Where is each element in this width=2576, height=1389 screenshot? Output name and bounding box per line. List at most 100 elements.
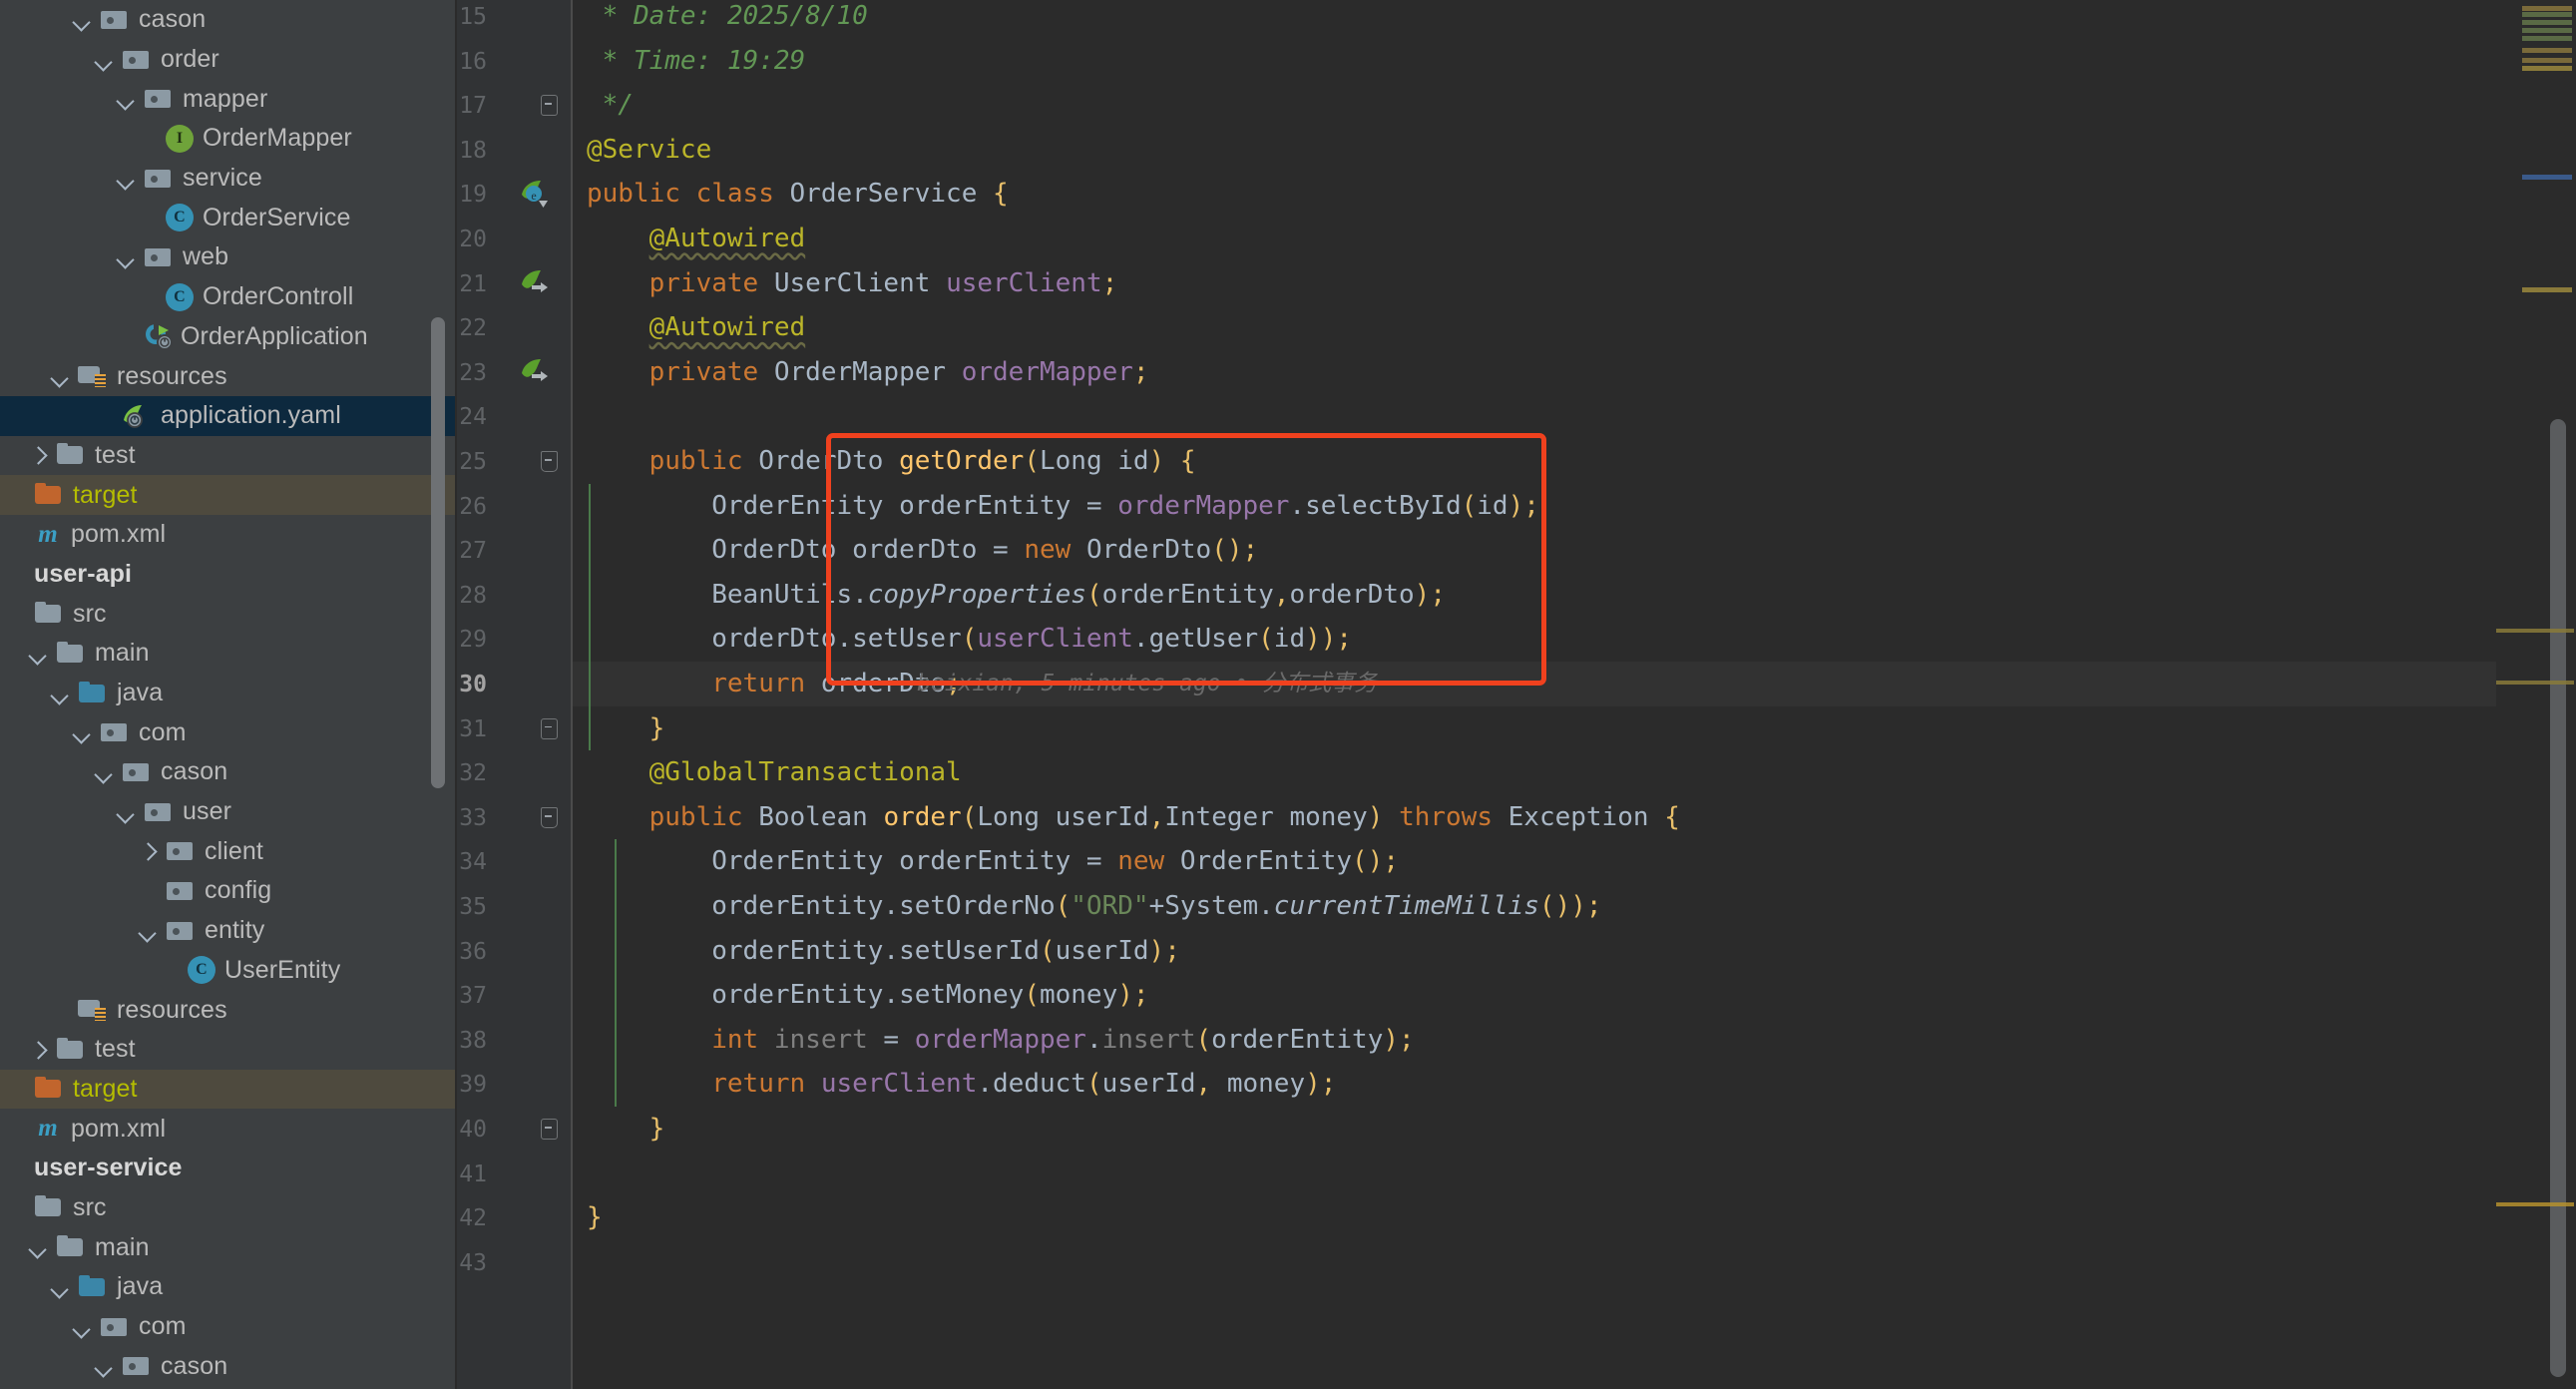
- code-line[interactable]: @Service: [573, 128, 2496, 173]
- code-line[interactable]: [573, 394, 2496, 439]
- tree-item-orderservice[interactable]: C OrderService: [0, 198, 457, 237]
- inspection-marker[interactable]: [2522, 66, 2572, 71]
- inspection-marker[interactable]: [2522, 175, 2572, 180]
- chevron-down-icon[interactable]: [48, 363, 74, 389]
- code-line[interactable]: }: [573, 1107, 2496, 1152]
- tree-item-com[interactable]: com: [0, 712, 457, 752]
- code-line[interactable]: private OrderMapper orderMapper;: [573, 350, 2496, 395]
- chevron-down-icon[interactable]: [70, 1314, 96, 1340]
- editor-marker-strip[interactable]: [2496, 0, 2576, 1389]
- tree-item-user-api[interactable]: user-api: [0, 555, 457, 595]
- code-line[interactable]: [573, 1152, 2496, 1196]
- project-tree-panel[interactable]: cason order mapper I OrderMapper service C Orde…: [0, 0, 457, 1389]
- code-fold-end-marker[interactable]: [538, 92, 560, 118]
- inspection-marker[interactable]: [2522, 28, 2572, 33]
- code-line[interactable]: }: [573, 706, 2496, 751]
- code-fold-end-marker[interactable]: [538, 1116, 560, 1142]
- code-editor[interactable]: 15 16 17 18 19 e 20 21 22 23 24 25 26 27 28 29 30 31 32 33 3…: [457, 0, 2576, 1389]
- tree-item-test[interactable]: test: [0, 436, 457, 476]
- tree-item-ordercontroll[interactable]: C OrderControll: [0, 277, 457, 317]
- tree-item-cason[interactable]: cason: [0, 752, 457, 792]
- inspection-marker[interactable]: [2522, 36, 2572, 41]
- code-line[interactable]: return orderDto; beixian, 5 minutes ago •…: [573, 662, 2496, 706]
- tree-item-client[interactable]: client: [0, 831, 457, 871]
- tree-item-entity[interactable]: entity: [0, 911, 457, 951]
- project-tree[interactable]: cason order mapper I OrderMapper service C Orde…: [0, 0, 457, 1386]
- tree-item-config[interactable]: config: [0, 871, 457, 911]
- inspection-marker[interactable]: [2496, 681, 2574, 685]
- chevron-down-icon[interactable]: [136, 918, 162, 944]
- spring-autowire-icon[interactable]: [519, 357, 549, 387]
- code-line[interactable]: * Date: 2025/8/10: [573, 0, 2496, 39]
- code-line[interactable]: return userClient.deduct(userId, money);: [573, 1062, 2496, 1107]
- chevron-down-icon[interactable]: [92, 1353, 118, 1379]
- chevron-down-icon[interactable]: [92, 759, 118, 785]
- tree-item-web[interactable]: web: [0, 237, 457, 277]
- tree-item-user[interactable]: user: [0, 792, 457, 832]
- chevron-down-icon[interactable]: [114, 244, 140, 270]
- chevron-right-icon[interactable]: [136, 838, 162, 864]
- tree-item-user-service[interactable]: user-service: [0, 1149, 457, 1188]
- tree-item-test[interactable]: test: [0, 1030, 457, 1070]
- chevron-down-icon[interactable]: [70, 719, 96, 745]
- code-line[interactable]: BeanUtils.copyProperties(orderEntity,ord…: [573, 573, 2496, 618]
- inspection-marker[interactable]: [2496, 1202, 2574, 1206]
- chevron-down-icon[interactable]: [26, 1234, 52, 1260]
- code-line[interactable]: public class OrderService {: [573, 172, 2496, 217]
- tree-item-userentity[interactable]: C UserEntity: [0, 951, 457, 991]
- editor-gutter[interactable]: 15 16 17 18 19 e 20 21 22 23 24 25 26 27 28 29 30 31 32 33 3…: [457, 0, 573, 1389]
- spring-bean-icon[interactable]: e: [519, 179, 549, 209]
- chevron-down-icon[interactable]: [48, 681, 74, 706]
- code-area[interactable]: * Date: 2025/8/10 * Time: 19:29 */ @Servi…: [573, 0, 2496, 1389]
- inspection-marker[interactable]: [2522, 58, 2572, 63]
- code-line[interactable]: private UserClient userClient;: [573, 261, 2496, 306]
- inspection-marker[interactable]: [2522, 48, 2572, 53]
- code-line[interactable]: * Time: 19:29: [573, 39, 2496, 84]
- project-tree-scrollbar[interactable]: [431, 317, 445, 788]
- code-fold-start-marker[interactable]: [538, 804, 560, 830]
- tree-item-pom-xml[interactable]: m pom.xml: [0, 1109, 457, 1149]
- tree-item-resources[interactable]: resources: [0, 356, 457, 396]
- inspection-marker[interactable]: [2522, 20, 2572, 25]
- tree-item-cason[interactable]: cason: [0, 1346, 457, 1386]
- code-line[interactable]: OrderEntity orderEntity = orderMapper.se…: [573, 484, 2496, 529]
- tree-item-main[interactable]: main: [0, 1227, 457, 1267]
- code-line[interactable]: OrderEntity orderEntity = new OrderEntit…: [573, 839, 2496, 884]
- inspection-marker[interactable]: [2496, 629, 2574, 633]
- tree-item-order[interactable]: order: [0, 40, 457, 80]
- tree-item-src[interactable]: src: [0, 594, 457, 634]
- code-line[interactable]: orderEntity.setOrderNo("ORD"+System.curr…: [573, 884, 2496, 929]
- tree-item-java[interactable]: java: [0, 1267, 457, 1307]
- code-line[interactable]: int insert = orderMapper.insert(orderEnt…: [573, 1018, 2496, 1063]
- tree-item-target[interactable]: target: [0, 475, 457, 515]
- tree-item-com[interactable]: com: [0, 1307, 457, 1347]
- inspection-marker[interactable]: [2522, 12, 2572, 17]
- code-line[interactable]: [573, 1240, 2496, 1285]
- chevron-down-icon[interactable]: [70, 7, 96, 33]
- chevron-down-icon[interactable]: [114, 799, 140, 825]
- git-blame-inlay-hint[interactable]: beixian, 5 minutes ago • 分布式事务: [917, 662, 1377, 706]
- code-line[interactable]: @Autowired: [573, 217, 2496, 261]
- inspection-marker[interactable]: [2522, 287, 2572, 292]
- code-line[interactable]: public OrderDto getOrder(Long id) {: [573, 439, 2496, 484]
- code-line[interactable]: orderDto.setUser(userClient.getUser(id))…: [573, 617, 2496, 662]
- tree-item-orderapplication[interactable]: OrderApplication: [0, 317, 457, 357]
- chevron-down-icon[interactable]: [26, 641, 52, 667]
- tree-item-src[interactable]: src: [0, 1188, 457, 1228]
- tree-item-target[interactable]: target: [0, 1069, 457, 1110]
- inspection-marker[interactable]: [2522, 6, 2572, 11]
- code-line[interactable]: */: [573, 83, 2496, 128]
- tree-item-service[interactable]: service: [0, 159, 457, 199]
- tree-item-resources[interactable]: resources: [0, 990, 457, 1030]
- code-fold-end-marker[interactable]: [538, 715, 560, 741]
- tree-item-ordermapper[interactable]: I OrderMapper: [0, 119, 457, 159]
- code-line[interactable]: @Autowired: [573, 305, 2496, 350]
- chevron-down-icon[interactable]: [48, 1274, 74, 1300]
- code-fold-start-marker[interactable]: [538, 448, 560, 474]
- tree-item-pom-xml[interactable]: m pom.xml: [0, 515, 457, 555]
- code-line[interactable]: }: [573, 1195, 2496, 1240]
- spring-autowire-icon[interactable]: [519, 268, 549, 298]
- tree-item-java[interactable]: java: [0, 674, 457, 713]
- tree-item-mapper[interactable]: mapper: [0, 79, 457, 119]
- editor-scrollbar[interactable]: [2550, 419, 2566, 1377]
